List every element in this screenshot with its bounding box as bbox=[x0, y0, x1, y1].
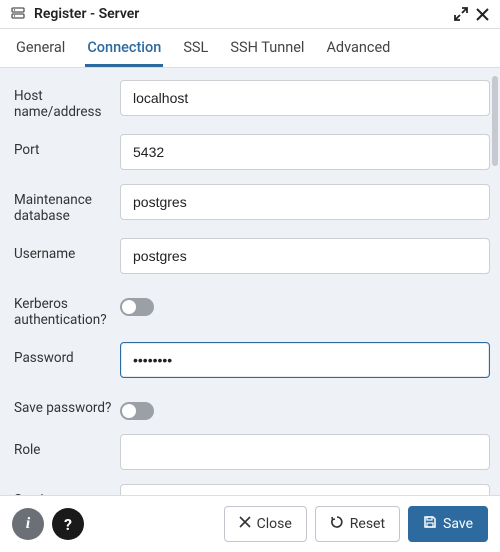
tab-connection[interactable]: Connection bbox=[85, 29, 163, 67]
reset-button-label: Reset bbox=[350, 516, 385, 532]
host-input[interactable] bbox=[120, 80, 490, 116]
window-title: Register - Server bbox=[34, 6, 447, 22]
password-label: Password bbox=[14, 342, 120, 366]
maintenance-db-input[interactable] bbox=[120, 184, 490, 220]
close-button[interactable]: Close bbox=[224, 506, 307, 542]
kerberos-toggle[interactable] bbox=[120, 298, 154, 316]
port-label: Port bbox=[14, 134, 120, 158]
tab-ssh-tunnel[interactable]: SSH Tunnel bbox=[228, 29, 306, 67]
service-label: Service bbox=[14, 484, 120, 495]
tabs: General Connection SSL SSH Tunnel Advanc… bbox=[0, 29, 500, 68]
register-server-dialog: Register - Server General Connection SSL… bbox=[0, 0, 500, 552]
save-button[interactable]: Save bbox=[408, 506, 488, 542]
save-password-toggle[interactable] bbox=[120, 402, 154, 420]
tab-ssl[interactable]: SSL bbox=[181, 29, 210, 67]
save-button-label: Save bbox=[443, 516, 473, 532]
footer: i ? Close Reset Save bbox=[0, 495, 500, 552]
reset-button[interactable]: Reset bbox=[315, 506, 400, 542]
username-label: Username bbox=[14, 238, 120, 262]
close-x-icon bbox=[239, 516, 251, 532]
close-icon[interactable] bbox=[475, 7, 490, 22]
username-input[interactable] bbox=[120, 238, 490, 274]
tab-general[interactable]: General bbox=[14, 29, 67, 67]
maximize-icon[interactable] bbox=[453, 6, 469, 22]
port-input[interactable] bbox=[120, 134, 490, 170]
scrollbar-thumb[interactable] bbox=[492, 76, 498, 166]
password-input[interactable] bbox=[120, 342, 490, 378]
save-icon bbox=[423, 515, 437, 533]
maintenance-db-label: Maintenance database bbox=[14, 184, 120, 224]
kerberos-label: Kerberos authentication? bbox=[14, 288, 120, 328]
info-icon: i bbox=[26, 515, 30, 533]
close-button-label: Close bbox=[257, 516, 292, 532]
server-icon bbox=[10, 6, 26, 22]
help-icon: ? bbox=[64, 515, 72, 534]
title-bar: Register - Server bbox=[0, 0, 500, 29]
tab-advanced[interactable]: Advanced bbox=[324, 29, 392, 67]
role-label: Role bbox=[14, 434, 120, 458]
reset-icon bbox=[330, 515, 344, 533]
role-input[interactable] bbox=[120, 434, 490, 470]
host-label: Host name/address bbox=[14, 80, 120, 120]
save-password-label: Save password? bbox=[14, 392, 120, 416]
help-button[interactable]: ? bbox=[52, 508, 84, 540]
service-input[interactable] bbox=[120, 484, 490, 495]
info-button[interactable]: i bbox=[12, 508, 44, 540]
form-area: Host name/address Port Maintenance datab… bbox=[0, 68, 500, 495]
